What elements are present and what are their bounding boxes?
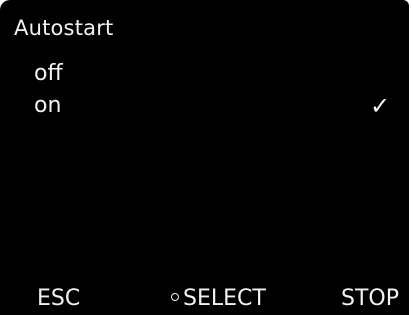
- option-label: off: [34, 61, 63, 86]
- option-off[interactable]: off: [0, 58, 409, 90]
- option-list: off on ✓: [0, 58, 409, 122]
- esc-button[interactable]: ESC: [37, 284, 80, 314]
- page-title: Autostart: [14, 16, 114, 40]
- select-label: SELECT: [183, 286, 266, 311]
- device-screen: Autostart off on ✓ ESC SELECT STOP: [0, 0, 409, 315]
- stop-button[interactable]: STOP: [341, 284, 399, 314]
- option-label: on: [34, 93, 62, 118]
- softkey-bar: ESC SELECT STOP: [0, 284, 409, 314]
- checkmark-icon: ✓: [370, 92, 391, 120]
- option-on[interactable]: on ✓: [0, 90, 409, 122]
- circle-icon: [171, 293, 179, 301]
- select-button[interactable]: SELECT: [171, 284, 266, 314]
